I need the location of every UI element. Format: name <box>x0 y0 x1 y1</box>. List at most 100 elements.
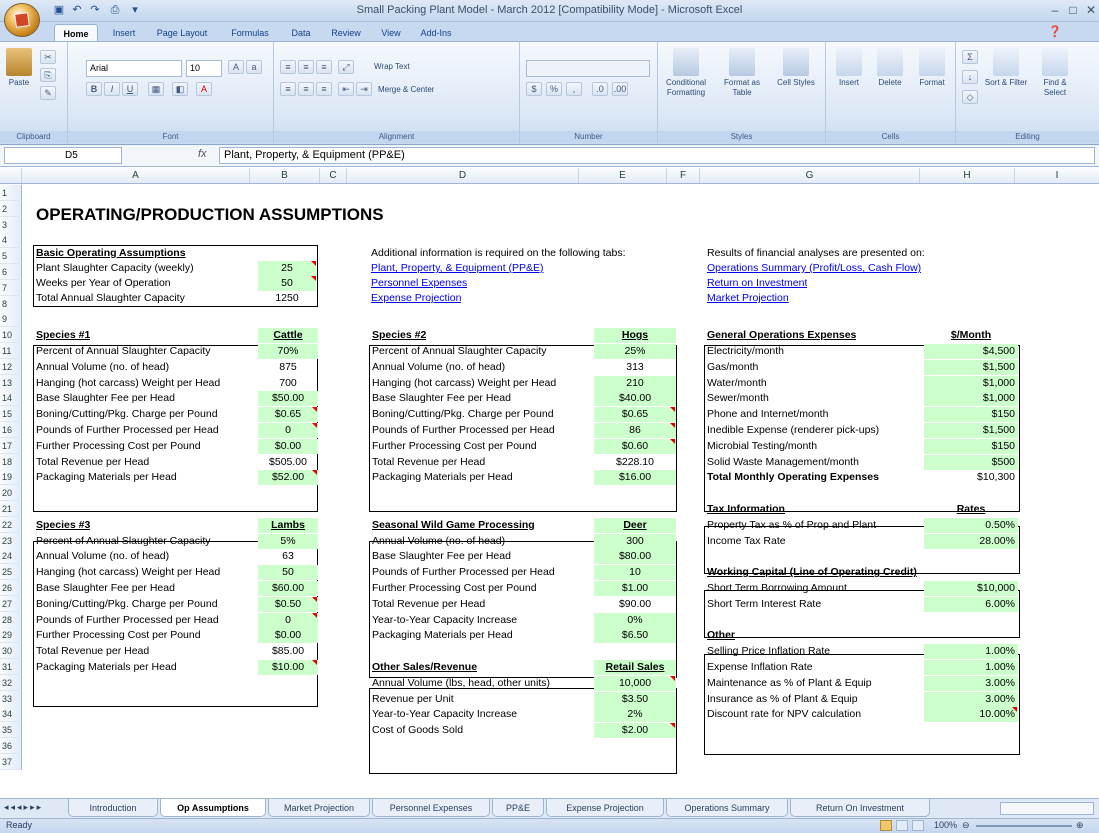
align-center-icon[interactable]: ≡ <box>298 82 314 96</box>
species1-value-cell[interactable]: $0.00 <box>258 438 318 454</box>
total-annual-capacity-cell[interactable]: 1250 <box>258 291 316 306</box>
paste-button[interactable]: Paste <box>2 48 36 88</box>
maximize-icon[interactable]: □ <box>1064 2 1082 18</box>
genops-value-cell[interactable]: $150 <box>924 407 1018 423</box>
tax-value-cell[interactable]: 28.00% <box>924 533 1018 549</box>
row-header[interactable]: 31 <box>0 659 22 675</box>
sheet-tab-expense-projection[interactable]: Expense Projection <box>546 799 664 817</box>
row-header[interactable]: 22 <box>0 516 22 533</box>
species2-value-cell[interactable]: $40.00 <box>594 391 676 407</box>
clear-icon[interactable]: ◇ <box>962 90 978 104</box>
decrease-indent-icon[interactable]: ⇤ <box>338 82 354 96</box>
species1-value-cell[interactable]: $505.00 <box>258 455 318 470</box>
other-value-cell[interactable]: 1.00% <box>924 644 1018 660</box>
find-select-button[interactable]: Find & Select <box>1032 48 1078 98</box>
zoom-slider[interactable] <box>976 825 1072 827</box>
other-value-cell[interactable]: 10.00% <box>924 707 1018 723</box>
species3-value-cell[interactable]: 0 <box>258 612 318 628</box>
office-button[interactable] <box>4 3 40 37</box>
redo-icon[interactable]: ↷ <box>88 3 102 17</box>
row-header[interactable]: 6 <box>0 264 22 280</box>
tab-formulas[interactable]: Formulas <box>222 24 278 42</box>
normal-view-icon[interactable] <box>880 820 892 831</box>
wrap-text-button[interactable]: Wrap Text <box>374 62 410 72</box>
column-header[interactable]: B <box>250 168 320 183</box>
format-cells-button[interactable]: Format <box>912 48 952 88</box>
cut-icon[interactable]: ✂ <box>40 50 56 64</box>
total-operating-expenses-cell[interactable]: $10,300 <box>924 470 1018 485</box>
species1-value-cell[interactable]: 875 <box>258 360 318 375</box>
row-header[interactable]: 21 <box>0 501 22 517</box>
species2-value-cell[interactable]: 25% <box>594 344 676 359</box>
align-bottom-icon[interactable]: ≡ <box>316 60 332 74</box>
row-header[interactable]: 18 <box>0 453 22 470</box>
species1-value-cell[interactable]: $50.00 <box>258 391 318 407</box>
column-header[interactable]: F <box>667 168 700 183</box>
autosum-icon[interactable]: Σ <box>962 50 978 64</box>
fill-icon[interactable]: ↓ <box>962 70 978 84</box>
genops-value-cell[interactable]: $500 <box>924 454 1018 470</box>
game-value-cell[interactable]: $6.50 <box>594 628 676 644</box>
page-break-view-icon[interactable] <box>912 820 924 831</box>
page-layout-view-icon[interactable] <box>896 820 908 831</box>
other-value-cell[interactable]: 3.00% <box>924 675 1018 691</box>
row-header[interactable]: 30 <box>0 643 22 660</box>
row-header[interactable]: 24 <box>0 548 22 565</box>
row-header[interactable]: 10 <box>0 327 22 344</box>
species2-value-cell[interactable]: 210 <box>594 375 676 391</box>
orientation-icon[interactable]: ⤢ <box>338 60 354 74</box>
tax-value-cell[interactable]: 0.50% <box>924 517 1018 533</box>
genops-value-cell[interactable]: $4,500 <box>924 344 1018 359</box>
fill-color-icon[interactable]: ◧ <box>172 82 188 96</box>
row-header[interactable]: 19 <box>0 469 22 486</box>
row-header[interactable]: 35 <box>0 722 22 739</box>
genops-value-cell[interactable]: $1,500 <box>924 359 1018 375</box>
weeks-per-year-cell[interactable]: 50 <box>258 276 316 291</box>
comma-icon[interactable]: , <box>566 82 582 96</box>
game-value-cell[interactable]: 0% <box>594 612 676 628</box>
horizontal-scrollbar[interactable] <box>1000 802 1094 815</box>
select-all-corner[interactable] <box>0 168 22 183</box>
species3-value-cell[interactable]: 63 <box>258 549 318 564</box>
row-header[interactable]: 8 <box>0 295 22 312</box>
plant-capacity-cell[interactable]: 25 <box>258 261 316 276</box>
species2-value-cell[interactable]: 313 <box>594 360 676 375</box>
row-header[interactable]: 26 <box>0 580 22 596</box>
species1-value-cell[interactable]: 700 <box>258 376 318 391</box>
undo-icon[interactable]: ↶ <box>70 3 84 17</box>
row-header[interactable]: 14 <box>0 390 22 407</box>
other-value-cell[interactable]: 1.00% <box>924 660 1018 675</box>
species2-value-cell[interactable]: $228.10 <box>594 455 676 470</box>
other-sales-value-cell[interactable]: $3.50 <box>594 691 676 707</box>
game-value-cell[interactable]: $90.00 <box>594 597 676 612</box>
merge-center-button[interactable]: Merge & Center <box>378 85 434 95</box>
row-header[interactable]: 28 <box>0 611 22 628</box>
column-header[interactable]: H <box>920 168 1015 183</box>
decrease-decimal-icon[interactable]: .00 <box>612 82 628 96</box>
game-value-cell[interactable]: 10 <box>594 565 676 581</box>
species1-value-cell[interactable]: 70% <box>258 344 318 359</box>
sheet-tab-return-on-investment[interactable]: Return On Investment <box>790 799 930 817</box>
sheet-tab-personnel-expenses[interactable]: Personnel Expenses <box>372 799 490 817</box>
other-sales-value-cell[interactable]: 10,000 <box>594 675 676 691</box>
cell-styles-button[interactable]: Cell Styles <box>770 48 822 88</box>
species1-value-cell[interactable]: $0.65 <box>258 407 318 423</box>
insert-cells-button[interactable]: Insert <box>830 48 868 88</box>
copy-icon[interactable]: ⎘ <box>40 68 56 82</box>
underline-icon[interactable]: U <box>122 82 138 96</box>
tab-add-ins[interactable]: Add-Ins <box>414 24 458 42</box>
row-header[interactable]: 34 <box>0 706 22 723</box>
tab-review[interactable]: Review <box>324 24 368 42</box>
minimize-icon[interactable]: – <box>1046 2 1064 18</box>
increase-indent-icon[interactable]: ⇥ <box>356 82 372 96</box>
sort-filter-button[interactable]: Sort & Filter <box>984 48 1028 88</box>
close-icon[interactable]: ✕ <box>1082 2 1099 18</box>
link-ppe[interactable]: Plant, Property, & Equipment (PP&E) <box>371 261 544 276</box>
column-header[interactable]: C <box>320 168 347 183</box>
species3-value-cell[interactable]: $10.00 <box>258 660 318 675</box>
sheet-tab-introduction[interactable]: Introduction <box>68 799 158 817</box>
italic-icon[interactable]: I <box>104 82 120 96</box>
link-personnel-expenses[interactable]: Personnel Expenses <box>371 276 467 291</box>
genops-value-cell[interactable]: $1,000 <box>924 375 1018 391</box>
font-name-select[interactable]: Arial <box>86 60 182 77</box>
